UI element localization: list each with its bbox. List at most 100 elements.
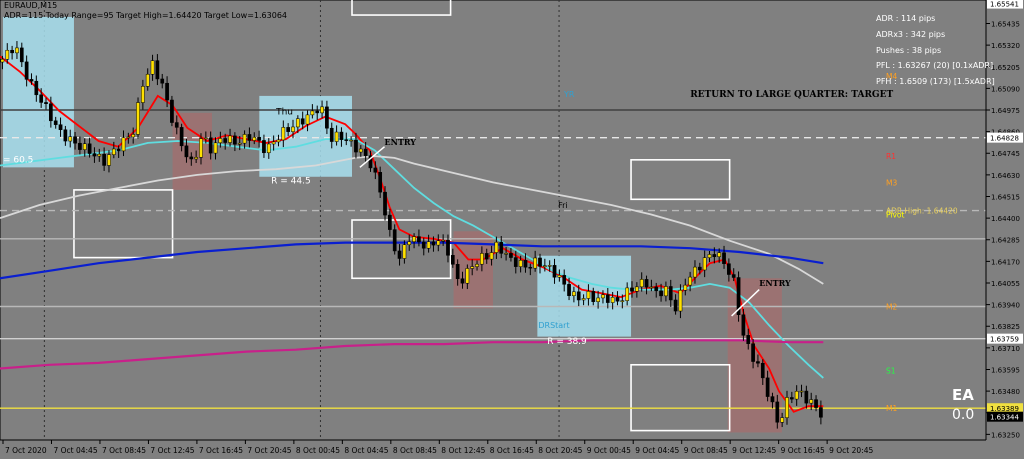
candle-124 — [601, 294, 605, 299]
y-tick-label-1: 1.65320 — [991, 42, 1020, 50]
candle-74 — [358, 148, 363, 153]
candle-118 — [572, 291, 576, 296]
candle-58 — [281, 127, 286, 141]
price-chart[interactable]: M4R1M3ADR High: 1.64420PivotM2S1M1RETURN… — [0, 0, 1024, 459]
y-tick-label-12: 1.64055 — [991, 280, 1020, 288]
candle-153 — [741, 314, 746, 336]
header-stats: ADR=115 Today Range=95 Target High=1.644… — [4, 11, 288, 20]
x-tick-label-17: 9 Oct 20:45 — [829, 446, 873, 455]
info-pfh: PFH : 1.6509 (173) [1.5xADR] — [876, 77, 995, 86]
candle-49 — [237, 142, 242, 145]
candle-85 — [412, 236, 416, 242]
candle-29 — [141, 86, 145, 103]
annotation-5: R = 44.5 — [271, 176, 311, 186]
candle-96 — [465, 268, 470, 284]
candle-41 — [199, 138, 203, 158]
candle-140 — [678, 289, 683, 312]
candle-0 — [0, 59, 5, 63]
candle-142 — [688, 276, 692, 286]
plot-area — [0, 0, 987, 441]
candle-154 — [746, 335, 751, 344]
x-tick-label-16: 9 Oct 16:45 — [781, 446, 825, 455]
candle-23 — [111, 148, 116, 155]
level-label-2: M3 — [886, 178, 897, 187]
candle-157 — [760, 362, 765, 379]
candle-89 — [431, 241, 436, 246]
candle-109 — [528, 266, 533, 269]
candle-87 — [421, 241, 426, 249]
candle-4 — [19, 47, 24, 63]
candle-125 — [605, 294, 610, 303]
candle-45 — [218, 138, 223, 144]
candle-57 — [276, 139, 281, 143]
chart-window[interactable]: M4 R1 M3 ADR High: 1.64420 Pivot M2 S1 M1 RETURN… — [0, 0, 1024, 459]
candle-158 — [765, 377, 770, 397]
candle-9 — [44, 102, 48, 104]
candle-104 — [504, 253, 508, 255]
candle-51 — [247, 134, 252, 141]
candle-90 — [436, 240, 441, 246]
x-tick-label-3: 7 Oct 12:45 — [150, 446, 194, 455]
candle-82 — [397, 250, 402, 259]
y-tick-label-2: 1.65205 — [991, 64, 1020, 72]
x-tick-label-8: 8 Oct 08:45 — [393, 446, 437, 455]
candle-100 — [484, 253, 489, 260]
candle-131 — [635, 286, 639, 292]
price-tag-0: 1.65541 — [990, 1, 1019, 9]
candle-5 — [24, 61, 29, 80]
x-tick-label-13: 9 Oct 04:45 — [635, 446, 679, 455]
candle-121 — [586, 291, 591, 299]
x-tick-label-9: 8 Oct 12:45 — [441, 446, 485, 455]
candle-116 — [562, 275, 567, 285]
candle-32 — [155, 60, 160, 80]
candle-15 — [73, 136, 77, 144]
candle-110 — [533, 257, 538, 269]
candle-60 — [291, 126, 295, 132]
candle-2 — [10, 49, 14, 54]
candle-127 — [615, 297, 620, 302]
candle-111 — [538, 257, 542, 267]
candle-108 — [523, 260, 528, 268]
candle-12 — [58, 124, 63, 130]
candle-17 — [82, 143, 87, 150]
level-label-1: R1 — [886, 152, 896, 161]
x-tick-label-14: 9 Oct 08:45 — [684, 446, 728, 455]
annotation-9: YR — [563, 90, 575, 99]
candle-79 — [383, 191, 387, 216]
annotation-6: R = 38.9 — [547, 337, 587, 347]
candle-161 — [780, 417, 784, 423]
candle-3 — [15, 47, 19, 54]
candle-97 — [470, 266, 475, 269]
candle-64 — [310, 110, 315, 116]
candle-167 — [809, 399, 814, 404]
candle-1 — [5, 49, 10, 60]
candle-166 — [804, 390, 809, 404]
y-tick-label-13: 1.63940 — [991, 302, 1020, 310]
candle-33 — [160, 78, 165, 84]
candle-159 — [770, 396, 775, 403]
candle-77 — [373, 167, 378, 173]
candle-162 — [785, 397, 789, 418]
x-tick-label-6: 8 Oct 00:45 — [296, 446, 340, 455]
candle-113 — [547, 265, 552, 267]
candle-72 — [349, 139, 353, 142]
candle-165 — [799, 390, 804, 393]
candle-66 — [320, 106, 324, 114]
candle-56 — [271, 141, 276, 145]
x-tick-label-0: 7 Oct 2020 — [5, 446, 47, 455]
candle-71 — [344, 139, 349, 141]
candle-36 — [174, 122, 179, 128]
candle-105 — [509, 253, 513, 258]
candle-44 — [213, 142, 218, 154]
candle-149 — [722, 252, 726, 264]
candle-62 — [300, 118, 305, 125]
candle-38 — [184, 145, 189, 158]
candle-65 — [315, 110, 320, 114]
candle-7 — [34, 80, 39, 96]
candle-102 — [494, 241, 499, 253]
candle-91 — [441, 240, 445, 242]
candle-156 — [756, 361, 760, 364]
candle-119 — [576, 291, 581, 301]
candle-126 — [610, 297, 615, 303]
level-label-7: M1 — [886, 404, 897, 413]
